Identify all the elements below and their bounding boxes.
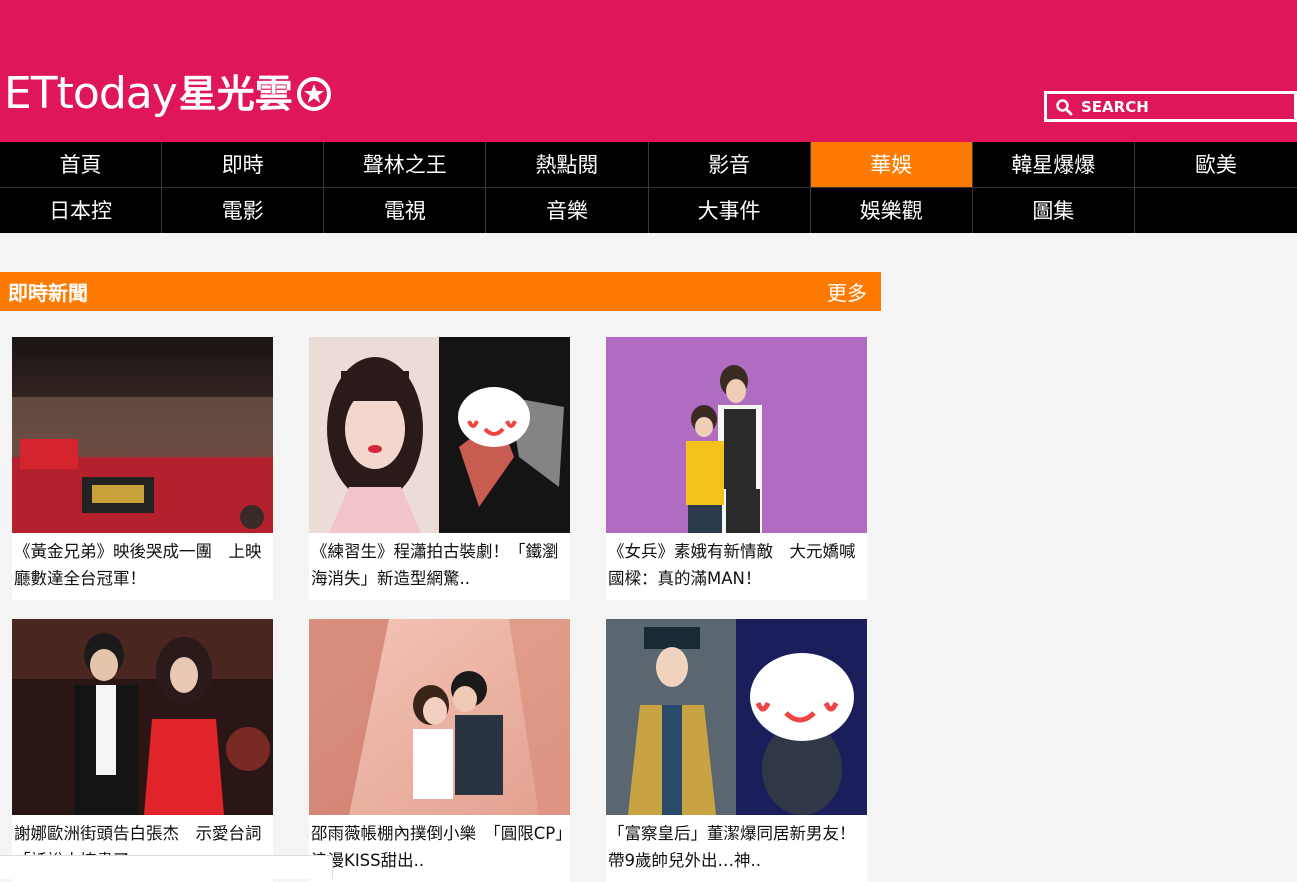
- couple-kiss-tent-image: [309, 619, 570, 815]
- search-icon[interactable]: [1055, 98, 1073, 116]
- news-thumbnail[interactable]: [309, 619, 570, 815]
- news-caption[interactable]: 「富察皇后」董潔爆同居新男友！ 帶9歲帥兒外出…神..: [606, 815, 867, 882]
- couple-purple-bg-image: [606, 337, 867, 533]
- couple-red-dress-image: [12, 619, 273, 815]
- nav-item-japan[interactable]: 日本控: [0, 187, 163, 233]
- news-caption[interactable]: 《女兵》素娥有新情敵 大元嬌喊國樑：真的滿MAN！: [606, 533, 867, 600]
- nav-row-2: 日本控 電影 電視 音樂 大事件 娛樂觀 圖集: [0, 187, 1297, 234]
- news-caption[interactable]: 《練習生》程瀟拍古裝劇！「鐵瀏海消失」新造型網驚..: [309, 533, 570, 600]
- qing-empress-collage-image: [606, 619, 867, 815]
- nav-row-1: 首頁 即時 聲林之王 熱點閱 影音 華娛 韓星爆爆 歐美: [0, 142, 1297, 188]
- nav-item-gallery[interactable]: 圖集: [973, 187, 1135, 233]
- nav-item-big-events[interactable]: 大事件: [649, 187, 811, 233]
- news-card[interactable]: 《黃金兄弟》映後哭成一團 上映廳數達全台冠軍！: [12, 337, 273, 600]
- section-title: 即時新聞: [8, 281, 88, 305]
- site-logo[interactable]: ETtoday 星光雲: [4, 66, 332, 122]
- news-thumbnail[interactable]: [12, 619, 273, 815]
- nav-item-video[interactable]: 影音: [649, 142, 811, 187]
- news-card[interactable]: 邵雨薇帳棚內撲倒小樂 「圓限CP」浪漫KISS甜出..: [309, 619, 570, 882]
- news-caption[interactable]: 邵雨薇帳棚內撲倒小樂 「圓限CP」浪漫KISS甜出..: [309, 815, 570, 882]
- nav-item-home[interactable]: 首頁: [0, 142, 163, 187]
- site-header: ETtoday 星光雲: [0, 0, 1297, 142]
- nav-item-movies[interactable]: 電影: [162, 187, 325, 233]
- logo-brand-text: ETtoday: [4, 68, 178, 119]
- news-card[interactable]: 謝娜歐洲街頭告白張杰 示愛台詞「話說太撩盡了」..: [12, 619, 273, 882]
- bottom-floating-bar: [0, 855, 333, 879]
- news-thumbnail[interactable]: [309, 337, 570, 533]
- search-input[interactable]: [1081, 97, 1281, 116]
- nav-item-western[interactable]: 歐美: [1135, 142, 1297, 187]
- logo-cn-text: 星光雲: [178, 72, 293, 116]
- nav-item-tv[interactable]: 電視: [324, 187, 487, 233]
- news-thumbnail[interactable]: [606, 337, 867, 533]
- nav-item-empty: [1135, 188, 1297, 234]
- main-nav: 首頁 即時 聲林之王 熱點閱 影音 華娛 韓星爆爆 歐美 日本控 電影 電視 音…: [0, 142, 1297, 233]
- news-card[interactable]: 《練習生》程瀟拍古裝劇！「鐵瀏海消失」新造型網驚..: [309, 337, 570, 600]
- news-caption[interactable]: 《黃金兄弟》映後哭成一團 上映廳數達全台冠軍！: [12, 533, 273, 600]
- nav-item-ent-view[interactable]: 娛樂觀: [811, 187, 973, 233]
- nav-item-chinese-ent[interactable]: 華娛: [810, 142, 973, 187]
- nav-item-voice-king[interactable]: 聲林之王: [324, 142, 487, 187]
- star-circle-icon: [296, 77, 331, 111]
- theater-crowd-image: [12, 337, 273, 533]
- nav-item-realtime[interactable]: 即時: [162, 142, 325, 187]
- nav-item-music[interactable]: 音樂: [486, 187, 649, 233]
- news-card[interactable]: 「富察皇后」董潔爆同居新男友！ 帶9歲帥兒外出…神..: [606, 619, 867, 882]
- more-link[interactable]: 更多: [827, 277, 867, 306]
- nav-item-korean-stars[interactable]: 韓星爆爆: [973, 142, 1135, 187]
- section-header: 即時新聞 更多: [0, 272, 881, 311]
- nav-item-hot-read[interactable]: 熱點閱: [486, 142, 649, 187]
- portrait-collage-image: [309, 337, 570, 533]
- news-card[interactable]: 《女兵》素娥有新情敵 大元嬌喊國樑：真的滿MAN！: [606, 337, 867, 600]
- news-thumbnail[interactable]: [12, 337, 273, 533]
- search-box[interactable]: [1044, 91, 1297, 122]
- news-thumbnail[interactable]: [606, 619, 867, 815]
